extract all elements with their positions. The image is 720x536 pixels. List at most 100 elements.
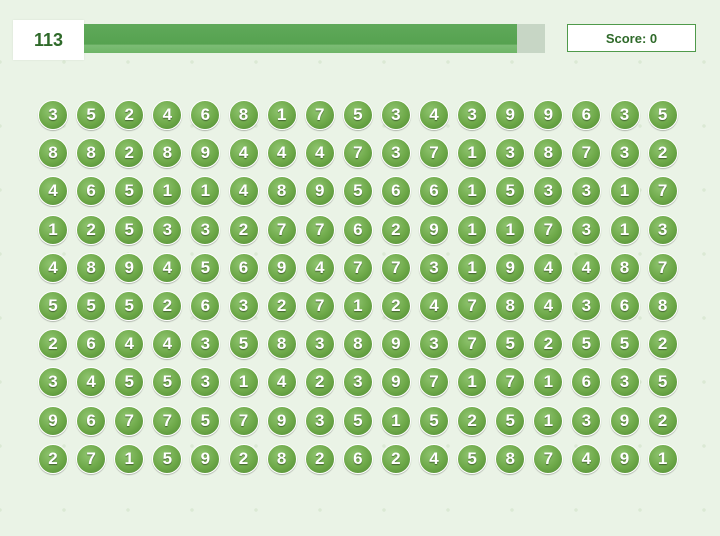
number-ball[interactable]: 7 [380, 252, 411, 283]
number-ball[interactable]: 5 [152, 443, 183, 474]
number-ball[interactable]: 6 [419, 176, 449, 207]
number-ball[interactable]: 9 [495, 100, 526, 130]
number-ball[interactable]: 1 [457, 214, 488, 245]
number-ball[interactable]: 5 [76, 291, 107, 321]
number-ball[interactable]: 5 [495, 405, 526, 436]
number-ball[interactable]: 6 [76, 405, 107, 436]
number-ball[interactable]: 5 [38, 291, 68, 321]
number-ball[interactable]: 2 [647, 405, 678, 436]
number-ball[interactable]: 5 [76, 100, 107, 130]
number-ball[interactable]: 9 [419, 214, 449, 245]
number-ball[interactable]: 7 [647, 252, 678, 283]
number-ball[interactable]: 9 [190, 443, 221, 474]
number-ball[interactable]: 9 [609, 443, 640, 474]
number-ball[interactable]: 5 [114, 291, 145, 321]
number-ball[interactable]: 3 [609, 100, 640, 130]
number-ball[interactable]: 3 [228, 291, 259, 321]
number-ball[interactable]: 3 [419, 329, 449, 360]
number-ball[interactable]: 5 [114, 367, 145, 398]
number-ball[interactable]: 3 [380, 100, 411, 130]
number-ball[interactable]: 6 [76, 329, 107, 360]
number-ball[interactable]: 2 [114, 138, 145, 169]
number-ball[interactable]: 4 [266, 138, 297, 169]
number-ball[interactable]: 5 [495, 176, 526, 207]
number-ball[interactable]: 2 [304, 443, 335, 474]
number-ball[interactable]: 1 [457, 138, 488, 169]
number-ball[interactable]: 3 [380, 138, 411, 169]
number-ball[interactable]: 1 [457, 367, 488, 398]
number-ball[interactable]: 8 [266, 443, 297, 474]
number-ball[interactable]: 8 [266, 329, 297, 360]
number-ball[interactable]: 2 [266, 291, 297, 321]
number-ball[interactable]: 1 [380, 405, 411, 436]
number-ball[interactable]: 9 [304, 176, 335, 207]
number-ball[interactable]: 6 [190, 291, 221, 321]
number-ball[interactable]: 3 [190, 214, 221, 245]
number-ball[interactable]: 7 [533, 443, 564, 474]
number-ball[interactable]: 5 [190, 405, 221, 436]
number-ball[interactable]: 1 [533, 405, 564, 436]
number-ball[interactable]: 9 [609, 405, 640, 436]
number-ball[interactable]: 7 [266, 214, 297, 245]
number-ball[interactable]: 4 [114, 329, 145, 360]
number-ball[interactable]: 4 [76, 367, 107, 398]
number-ball[interactable]: 7 [228, 405, 259, 436]
number-ball[interactable]: 7 [419, 138, 449, 169]
number-ball[interactable]: 8 [495, 291, 526, 321]
number-ball[interactable]: 3 [342, 367, 373, 398]
number-ball[interactable]: 2 [380, 443, 411, 474]
number-ball[interactable]: 3 [533, 176, 564, 207]
number-ball[interactable]: 6 [609, 291, 640, 321]
number-ball[interactable]: 2 [38, 443, 68, 474]
number-ball[interactable]: 1 [495, 214, 526, 245]
number-ball[interactable]: 6 [76, 176, 107, 207]
number-ball[interactable]: 2 [152, 291, 183, 321]
number-ball[interactable]: 3 [457, 100, 488, 130]
number-ball[interactable]: 2 [457, 405, 488, 436]
number-ball[interactable]: 3 [495, 138, 526, 169]
number-ball[interactable]: 7 [533, 214, 564, 245]
number-ball[interactable]: 6 [571, 100, 602, 130]
number-ball[interactable]: 2 [380, 214, 411, 245]
number-ball[interactable]: 5 [114, 176, 145, 207]
number-ball[interactable]: 4 [228, 176, 259, 207]
number-ball[interactable]: 4 [571, 443, 602, 474]
number-ball[interactable]: 5 [228, 329, 259, 360]
number-ball[interactable]: 5 [342, 100, 373, 130]
number-ball[interactable]: 3 [571, 176, 602, 207]
number-ball[interactable]: 9 [190, 138, 221, 169]
number-ball[interactable]: 7 [342, 138, 373, 169]
number-ball[interactable]: 1 [190, 176, 221, 207]
number-ball[interactable]: 7 [495, 367, 526, 398]
number-ball[interactable]: 2 [533, 329, 564, 360]
number-ball[interactable]: 8 [38, 138, 68, 169]
number-ball[interactable]: 1 [647, 443, 678, 474]
number-ball[interactable]: 5 [114, 214, 145, 245]
number-ball[interactable]: 8 [228, 100, 259, 130]
number-ball[interactable]: 8 [609, 252, 640, 283]
number-ball[interactable]: 1 [609, 214, 640, 245]
number-ball[interactable]: 1 [457, 176, 488, 207]
number-ball[interactable]: 3 [571, 405, 602, 436]
number-ball[interactable]: 3 [38, 367, 68, 398]
number-ball[interactable]: 4 [152, 252, 183, 283]
number-ball[interactable]: 8 [266, 176, 297, 207]
number-ball[interactable]: 9 [533, 100, 564, 130]
number-ball[interactable]: 5 [152, 367, 183, 398]
number-ball[interactable]: 9 [380, 367, 411, 398]
number-ball[interactable]: 7 [419, 367, 449, 398]
number-ball[interactable]: 3 [304, 405, 335, 436]
number-ball[interactable]: 5 [419, 405, 449, 436]
number-ball[interactable]: 8 [495, 443, 526, 474]
number-ball[interactable]: 2 [304, 367, 335, 398]
number-ball[interactable]: 7 [304, 100, 335, 130]
number-ball[interactable]: 6 [190, 100, 221, 130]
number-ball[interactable]: 4 [419, 443, 449, 474]
number-ball[interactable]: 4 [304, 138, 335, 169]
number-ball[interactable]: 5 [190, 252, 221, 283]
number-ball[interactable]: 5 [647, 100, 678, 130]
number-ball[interactable]: 3 [571, 291, 602, 321]
number-ball[interactable]: 4 [419, 100, 449, 130]
number-ball[interactable]: 2 [228, 214, 259, 245]
number-ball[interactable]: 3 [190, 329, 221, 360]
